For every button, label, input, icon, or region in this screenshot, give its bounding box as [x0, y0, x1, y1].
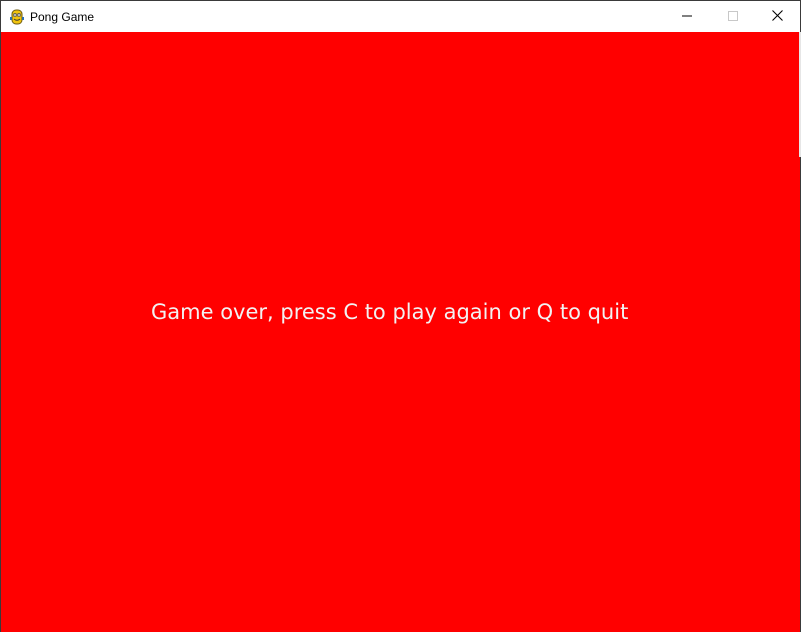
close-button[interactable]	[754, 1, 800, 32]
minimize-button[interactable]	[664, 1, 710, 32]
maximize-button[interactable]	[710, 1, 756, 32]
title-bar[interactable]: Pong Game	[1, 1, 800, 32]
window-title: Pong Game	[30, 10, 95, 24]
game-canvas[interactable]	[1, 32, 800, 632]
minimize-icon	[682, 8, 692, 26]
game-window: Pong Game Game over, press C to play aga…	[0, 0, 801, 632]
game-over-message: Game over, press C to play again or Q to…	[151, 300, 629, 324]
maximize-icon	[728, 8, 738, 26]
close-icon	[771, 8, 783, 26]
pygame-icon	[9, 9, 25, 25]
